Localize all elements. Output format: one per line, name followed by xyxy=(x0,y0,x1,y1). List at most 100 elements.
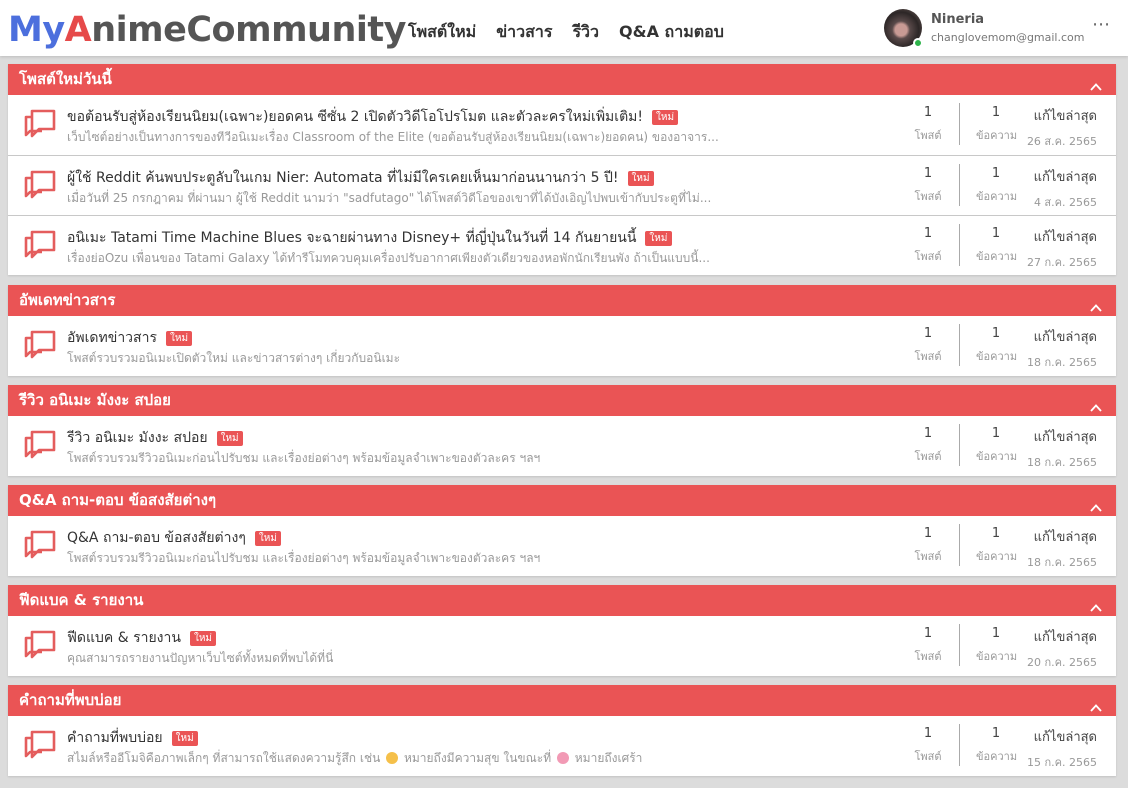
posts-label: โพสต์ xyxy=(914,450,942,463)
posts-label: โพสต์ xyxy=(914,350,942,363)
thread-title-text[interactable]: ขอต้อนรับสู่ห้องเรียนนิยม(เฉพาะ)ยอดคน ซี… xyxy=(67,106,643,128)
chat-bubbles-icon xyxy=(23,429,57,461)
logo-part-my: My xyxy=(8,10,65,50)
thread-title[interactable]: อัพเดทข่าวสาร ใหม่ xyxy=(67,327,193,349)
thread-title-text[interactable]: รีวิว อนิเมะ มังงะ สปอย xyxy=(67,427,208,449)
desc-part: สไมล์หรืออีโมจิคือภาพเล็กๆ ที่สามารถใช้แ… xyxy=(67,751,381,765)
messages-count: 1 xyxy=(991,226,1001,241)
section-header[interactable]: คำถามที่พบบ่อย xyxy=(8,685,1116,716)
forum-row[interactable]: คำถามที่พบบ่อย ใหม่สไมล์หรืออีโมจิคือภาพเ… xyxy=(8,716,1116,776)
section-header[interactable]: Q&A ถาม-ตอบ ข้อสงสัยต่างๆ xyxy=(8,485,1116,516)
new-badge: ใหม่ xyxy=(216,430,243,446)
posts-count: 1 xyxy=(923,226,933,241)
thread-description: โพสต์รวบรวมรีวิวอนิเมะก่อนไปรับชม และเรื… xyxy=(67,451,541,465)
chat-bubbles-icon xyxy=(23,108,57,140)
user-email: changlovemom@gmail.com xyxy=(931,31,1085,44)
thread-title-text[interactable]: ฟีดแบค & รายงาน xyxy=(67,627,181,649)
posts-stat: 1 โพสต์ xyxy=(908,526,948,565)
section-title: โพสต์ใหม่วันนี้ xyxy=(19,70,112,88)
messages-stat: 1 ข้อความ xyxy=(976,226,1018,265)
posts-count: 1 xyxy=(923,726,933,741)
last-edited[interactable]: แก้ไขล่าสุด 26 ส.ค. 2565 xyxy=(1027,105,1097,150)
avatar[interactable] xyxy=(884,9,923,48)
last-edited-label: แก้ไขล่าสุด xyxy=(1033,430,1097,445)
forum-row[interactable]: ฟีดแบค & รายงาน ใหม่ คุณสามารถรายงานปัญหาเ… xyxy=(8,616,1116,676)
chevron-up-icon[interactable] xyxy=(1090,494,1102,512)
chat-bubbles-icon xyxy=(23,229,57,261)
thread-title-text[interactable]: Q&A ถาม-ตอบ ข้อสงสัยต่างๆ xyxy=(67,527,246,549)
sad-emoji-icon xyxy=(556,752,569,764)
section-header[interactable]: โพสต์ใหม่วันนี้ xyxy=(8,64,1116,95)
chevron-up-icon[interactable] xyxy=(1090,694,1102,712)
thread-title-text[interactable]: คำถามที่พบบ่อย xyxy=(67,727,163,749)
thread-title[interactable]: ผู้ใช้ Reddit ค้นพบประตูลับในเกม Nier: A… xyxy=(67,167,654,189)
thread-title-text[interactable]: อนิเมะ Tatami Time Machine Blues จะฉายผ่… xyxy=(67,227,636,249)
last-edited[interactable]: แก้ไขล่าสุด 15 ก.ค. 2565 xyxy=(1027,726,1097,771)
chevron-up-icon[interactable] xyxy=(1090,394,1102,412)
posts-stat: 1 โพสต์ xyxy=(908,426,948,465)
last-edited-label: แก้ไขล่าสุด xyxy=(1033,230,1097,245)
last-edited[interactable]: แก้ไขล่าสุด 18 ก.ค. 2565 xyxy=(1027,326,1097,371)
section-header[interactable]: อัพเดทข่าวสาร xyxy=(8,285,1116,316)
forum-row[interactable]: ผู้ใช้ Reddit ค้นพบประตูลับในเกม Nier: A… xyxy=(8,155,1116,215)
site-logo[interactable]: MyAnimeCommunity xyxy=(8,8,406,52)
thread-description: สไมล์หรืออีโมจิคือภาพเล็กๆ ที่สามารถใช้แ… xyxy=(67,749,767,768)
nav-reviews[interactable]: รีวิว xyxy=(572,20,599,45)
last-edited-date: 18 ก.ค. 2565 xyxy=(1027,356,1097,369)
logo-part-a: A xyxy=(64,10,92,50)
divider xyxy=(959,103,960,145)
new-badge: ใหม่ xyxy=(645,230,672,246)
forum-row[interactable]: Q&A ถาม-ตอบ ข้อสงสัยต่างๆ ใหม่ โพสต์รวบรวม… xyxy=(8,516,1116,576)
section-title: รีวิว อนิเมะ มังงะ สปอย xyxy=(19,391,171,409)
posts-stat: 1 โพสต์ xyxy=(908,626,948,665)
last-edited[interactable]: แก้ไขล่าสุด 20 ก.ค. 2565 xyxy=(1027,626,1097,671)
chevron-up-icon[interactable] xyxy=(1090,73,1102,91)
thread-title[interactable]: ฟีดแบค & รายงาน ใหม่ xyxy=(67,627,217,649)
new-badge: ใหม่ xyxy=(627,170,654,186)
chevron-up-icon[interactable] xyxy=(1090,594,1102,612)
last-edited[interactable]: แก้ไขล่าสุด 18 ก.ค. 2565 xyxy=(1027,526,1097,571)
user-menu[interactable]: Nineria changlovemom@gmail.com xyxy=(884,8,1084,48)
nav-news[interactable]: ข่าวสาร xyxy=(496,20,552,45)
thread-description: เว็บไซต์อย่างเป็นทางการของทีวีอนิเมะเรื่… xyxy=(67,130,719,144)
section-header[interactable]: รีวิว อนิเมะ มังงะ สปอย xyxy=(8,385,1116,416)
forum-section: คำถามที่พบบ่อย คำถามที่พบบ่อย ใหม่ สไมล์หรื… xyxy=(8,685,1116,776)
section-header[interactable]: ฟีดแบค & รายงาน xyxy=(8,585,1116,616)
thread-title-text[interactable]: อัพเดทข่าวสาร xyxy=(67,327,157,349)
thread-title[interactable]: ขอต้อนรับสู่ห้องเรียนนิยม(เฉพาะ)ยอดคน ซี… xyxy=(67,106,679,128)
thread-title[interactable]: รีวิว อนิเมะ มังงะ สปอย ใหม่ xyxy=(67,427,243,449)
chevron-up-icon[interactable] xyxy=(1090,294,1102,312)
online-status-dot xyxy=(913,38,923,48)
last-edited-date: 27 ก.ค. 2565 xyxy=(1027,256,1097,269)
last-edited-label: แก้ไขล่าสุด xyxy=(1033,730,1097,745)
messages-label: ข้อความ xyxy=(976,190,1018,203)
nav-qa[interactable]: Q&A ถามตอบ xyxy=(619,20,724,45)
last-edited-label: แก้ไขล่าสุด xyxy=(1033,330,1097,345)
nav-new-posts[interactable]: โพสต์ใหม่ xyxy=(408,20,476,45)
thread-title[interactable]: คำถามที่พบบ่อย ใหม่ xyxy=(67,727,198,749)
messages-count: 1 xyxy=(991,326,1001,341)
messages-count: 1 xyxy=(991,626,1001,641)
logo-part-rest: nimeCommunity xyxy=(91,10,406,50)
messages-label: ข้อความ xyxy=(976,750,1018,763)
thread-title-text[interactable]: ผู้ใช้ Reddit ค้นพบประตูลับในเกม Nier: A… xyxy=(67,167,619,189)
last-edited-label: แก้ไขล่าสุด xyxy=(1033,630,1097,645)
messages-label: ข้อความ xyxy=(976,250,1018,263)
forum-row[interactable]: อนิเมะ Tatami Time Machine Blues จะฉายผ่… xyxy=(8,215,1116,275)
last-edited[interactable]: แก้ไขล่าสุด 4 ส.ค. 2565 xyxy=(1034,166,1097,211)
last-edited[interactable]: แก้ไขล่าสุด 18 ก.ค. 2565 xyxy=(1027,426,1097,471)
more-options-icon[interactable]: ⋯ xyxy=(1092,14,1111,35)
messages-label: ข้อความ xyxy=(976,450,1018,463)
messages-count: 1 xyxy=(991,426,1001,441)
posts-label: โพสต์ xyxy=(914,190,942,203)
forum-row[interactable]: ขอต้อนรับสู่ห้องเรียนนิยม(เฉพาะ)ยอดคน ซี… xyxy=(8,95,1116,155)
posts-count: 1 xyxy=(923,426,933,441)
forum-row[interactable]: รีวิว อนิเมะ มังงะ สปอย ใหม่โพสต์รวบรวมรี… xyxy=(8,416,1116,476)
last-edited[interactable]: แก้ไขล่าสุด 27 ก.ค. 2565 xyxy=(1027,226,1097,271)
last-edited-date: 20 ก.ค. 2565 xyxy=(1027,656,1097,669)
posts-label: โพสต์ xyxy=(914,250,942,263)
forum-row[interactable]: อัพเดทข่าวสาร ใหม่ โพสต์รวบรวมอนิเมะเปิดตั… xyxy=(8,316,1116,376)
messages-stat: 1 ข้อความ xyxy=(976,726,1018,765)
thread-title[interactable]: อนิเมะ Tatami Time Machine Blues จะฉายผ่… xyxy=(67,227,672,249)
thread-title[interactable]: Q&A ถาม-ตอบ ข้อสงสัยต่างๆ ใหม่ xyxy=(67,527,281,549)
